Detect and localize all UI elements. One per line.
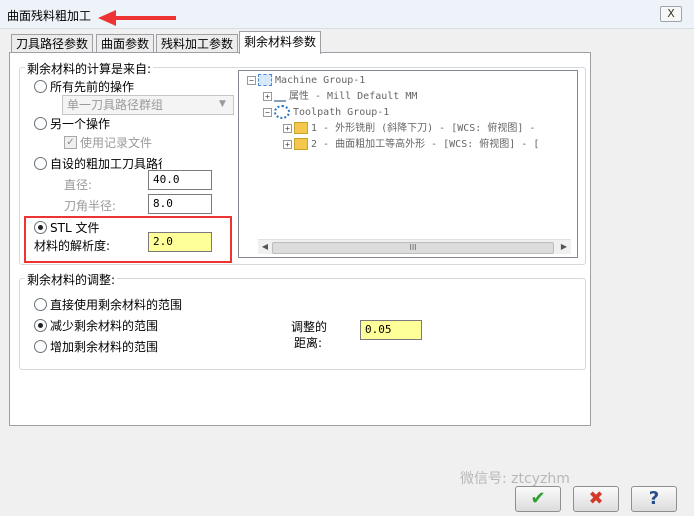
expand-icon[interactable]: + (263, 91, 272, 101)
watermark: 微信号: ztcyzhm (460, 471, 570, 487)
diameter-input[interactable]: 40.0 (148, 170, 212, 190)
tree-item-machine-group[interactable]: − Machine Group-1 (247, 73, 365, 89)
tab-rest-mill-params[interactable]: 残料加工参数 (156, 34, 239, 53)
radio-another-op[interactable] (34, 117, 47, 130)
radio-reduce[interactable] (34, 319, 47, 332)
folder-icon (294, 138, 308, 150)
tab-toolpath-params[interactable]: 刀具路径参数 (11, 34, 94, 53)
adjust-distance-label-line2: 距离: (294, 336, 323, 350)
radio-direct-use[interactable] (34, 298, 47, 311)
adjust-distance-input[interactable]: 0.05 (360, 320, 422, 340)
single-group-select[interactable]: 单一刀具路径群组 (62, 95, 234, 115)
help-button[interactable]: ? (631, 486, 677, 512)
radio-all-previous[interactable] (34, 80, 47, 93)
corner-radius-input[interactable]: 8.0 (148, 194, 212, 214)
machine-group-icon (258, 74, 272, 86)
custom-rough-label: 自设的粗加工刀具路径 (50, 157, 162, 171)
collapse-icon[interactable]: − (247, 75, 256, 85)
adjust-distance-label-line1: 调整的 (291, 320, 328, 334)
chevron-down-icon: ▼ (219, 99, 226, 109)
ok-button[interactable]: ✔ (515, 486, 561, 512)
tree-item-properties[interactable]: + 属性 - Mill Default MM (263, 89, 417, 105)
tab-surface-params[interactable]: 曲面参数 (96, 34, 155, 53)
tree-item-op-2[interactable]: +2 - 曲面粗加工等高外形 - [WCS: 俯视图] - [ (283, 137, 539, 153)
single-group-select-value: 单一刀具路径群组 (67, 98, 164, 112)
all-previous-label: 所有先前的操作 (50, 80, 135, 94)
toolpath-group-icon (274, 105, 290, 119)
help-icon: ? (648, 488, 660, 509)
increase-label: 增加剩余材料的范围 (50, 340, 159, 354)
scroll-right-icon[interactable]: ▶ (557, 240, 571, 254)
check-icon: ✔ (530, 488, 546, 509)
cross-icon: ✖ (588, 488, 604, 509)
direct-use-label: 直接使用剩余材料的范围 (50, 298, 183, 312)
radio-increase[interactable] (34, 340, 47, 353)
another-op-label: 另一个操作 (50, 117, 111, 131)
folder-icon (294, 122, 308, 134)
diameter-label: 直径: (64, 178, 93, 192)
use-log-label: 使用记录文件 (80, 136, 153, 150)
collapse-icon[interactable]: − (263, 107, 272, 117)
corner-radius-label: 刀角半径: (64, 199, 117, 213)
tree-item-toolpath-group[interactable]: − Toolpath Group-1 (263, 105, 389, 121)
radio-custom-rough[interactable] (34, 157, 47, 170)
cancel-button[interactable]: ✖ (573, 486, 619, 512)
tree-item-op-1[interactable]: +1 - 外形铣削 (斜降下刀) - [WCS: 俯视图] - (283, 121, 535, 137)
scroll-left-icon[interactable]: ◀ (258, 240, 272, 254)
operations-tree[interactable]: − Machine Group-1 + 属性 - Mill Default MM −… (238, 70, 578, 258)
tree-horizontal-scrollbar[interactable]: ◀ III ▶ (258, 239, 571, 254)
scroll-thumb[interactable]: III (272, 242, 554, 254)
expand-icon[interactable]: + (283, 139, 292, 149)
red-highlight-box (24, 216, 232, 263)
tab-remaining-stock-params[interactable]: 剩余材料参数 (239, 31, 322, 54)
window-title: 曲面残料粗加工 (7, 9, 92, 23)
use-log-checkbox[interactable]: ✓ (64, 136, 77, 149)
red-arrow-annotation (98, 10, 176, 26)
close-button[interactable]: X (660, 6, 682, 22)
expand-icon[interactable]: + (283, 123, 292, 133)
adjust-group-legend: 剩余材料的调整: (25, 271, 118, 288)
properties-icon (274, 90, 286, 102)
source-group-legend: 剩余材料的计算是来自: (25, 60, 154, 77)
reduce-label: 减少剩余材料的范围 (50, 319, 159, 333)
